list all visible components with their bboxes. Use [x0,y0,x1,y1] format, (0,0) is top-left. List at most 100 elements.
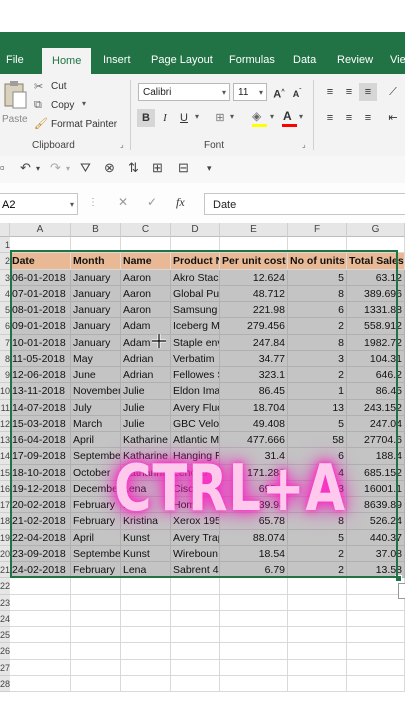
align-middle-icon[interactable]: ≡ [340,83,358,101]
table-cell[interactable]: February [71,562,121,579]
table-header-cell[interactable]: Total Sales [347,253,405,270]
clear-filter-icon[interactable]: ⊗ [104,160,115,176]
table-cell[interactable]: January [71,318,121,335]
row-header[interactable]: 27 [0,659,10,676]
table-header-cell[interactable]: Name [121,253,171,270]
worksheet-grid[interactable]: ABCDEFG12DateMonthNameProduct NamePer un… [0,223,405,720]
table-cell[interactable]: 21-02-2018 [10,513,71,530]
tab-review[interactable]: Review [337,32,373,74]
table-cell[interactable]: Katharine [121,464,171,481]
save-icon[interactable]: ▫ [0,160,5,175]
table-cell[interactable]: 18-10-2018 [10,464,71,481]
empty-cell[interactable] [347,594,405,611]
copy-button[interactable]: ⧉ Copy ▾ [34,99,94,115]
table-cell[interactable]: 247.04 [347,415,405,432]
orientation-icon[interactable]: ⟋ [384,83,402,101]
empty-cell[interactable] [288,610,347,627]
empty-cell[interactable] [220,659,288,676]
column-header-e[interactable]: E [220,223,288,237]
table-cell[interactable]: 6 [288,448,347,465]
row-header[interactable]: 11 [0,399,10,416]
empty-cell[interactable] [71,675,121,692]
table-cell[interactable]: 06-01-2018 [10,269,71,286]
increase-font-size-icon[interactable]: A^ [270,83,288,101]
table-cell[interactable]: 13-11-2018 [10,383,71,400]
empty-cell[interactable] [347,237,405,254]
bold-button[interactable]: B [137,109,155,127]
row-header[interactable]: 2 [0,253,10,270]
table-cell[interactable]: 23 [288,480,347,497]
table-cell[interactable]: 1 [288,383,347,400]
table-cell[interactable]: 8 [288,334,347,351]
table-cell[interactable]: 646.2 [347,367,405,384]
redo-dropdown-icon[interactable]: ▾ [66,164,70,173]
table-cell[interactable]: Kunst [121,529,171,546]
table-cell[interactable]: October [71,464,121,481]
table-cell[interactable]: 58 [288,432,347,449]
table-cell[interactable]: Kristina [121,513,171,530]
table-cell[interactable]: Avery Fluorescent [171,399,220,416]
column-header-d[interactable]: D [171,223,220,237]
formula-bar-handle-icon[interactable]: ⋮ [88,197,98,208]
empty-cell[interactable] [71,659,121,676]
table-cell[interactable]: 65.78 [220,513,288,530]
table-cell[interactable]: 6 [288,497,347,514]
row-header[interactable]: 28 [0,675,10,692]
empty-cell[interactable] [121,627,171,644]
decrease-indent-icon[interactable]: ⇤ [384,109,402,127]
tab-home[interactable]: Home [42,48,92,74]
table-cell[interactable]: March [71,415,121,432]
table-cell[interactable]: Katharine [121,448,171,465]
align-center-icon[interactable]: ≡ [340,109,358,127]
borders-dropdown-icon[interactable]: ▾ [230,112,234,121]
table-cell[interactable]: Cisco [171,480,220,497]
filter-icon[interactable]: ⛛ [80,160,91,176]
empty-cell[interactable] [171,659,220,676]
decrease-font-size-icon[interactable]: Aˇ [288,83,306,101]
table-cell[interactable]: January [71,285,121,302]
table-cell[interactable]: Verbatim [171,350,220,367]
row-header[interactable]: 19 [0,529,10,546]
chevron-down-icon[interactable]: ▾ [70,194,74,216]
table-cell[interactable]: 12.624 [220,269,288,286]
table-cell[interactable]: 8 [288,285,347,302]
table-cell[interactable]: Samsung Convoy [171,302,220,319]
table-cell[interactable]: 279.456 [220,318,288,335]
row-header[interactable]: 7 [0,334,10,351]
empty-cell[interactable] [71,610,121,627]
table-cell[interactable]: Wireboun [171,545,220,562]
table-cell[interactable]: 34.77 [220,350,288,367]
empty-cell[interactable] [288,578,347,595]
table-cell[interactable]: 558.912 [347,318,405,335]
table-cell[interactable]: 27704.6 [347,432,405,449]
table-header-cell[interactable]: Date [10,253,71,270]
empty-cell[interactable] [171,578,220,595]
table-cell[interactable]: April [71,529,121,546]
table-cell[interactable]: Adrian [121,367,171,384]
undo-icon[interactable]: ↶ [20,160,31,176]
copy-dropdown-icon[interactable]: ▾ [82,99,86,108]
customize-toolbar-icon[interactable]: ▾ [207,163,212,174]
table-cell[interactable]: 63.12 [347,269,405,286]
table-cell[interactable]: 12-06-2018 [10,367,71,384]
table-cell[interactable]: Lena [121,480,171,497]
table-cell[interactable]: 171.288 [220,464,288,481]
table-cell[interactable]: 5 [288,529,347,546]
font-family-select[interactable]: Calibri ▾ [138,83,230,101]
row-header[interactable]: 24 [0,610,10,627]
table-cell[interactable]: Hanging Red Folder [171,448,220,465]
table-cell[interactable]: 86.45 [347,383,405,400]
empty-cell[interactable] [220,610,288,627]
table-cell[interactable]: 88.074 [220,529,288,546]
table-cell[interactable]: Lena [121,562,171,579]
row-header[interactable]: 17 [0,497,10,514]
table-cell[interactable]: Adrian [121,350,171,367]
table-cell[interactable]: Home [171,497,220,514]
table-cell[interactable]: 526.24 [347,513,405,530]
table-cell[interactable]: 24-02-2018 [10,562,71,579]
tab-insert[interactable]: Insert [103,32,131,74]
row-header[interactable]: 6 [0,318,10,335]
table-header-cell[interactable]: Product Name [171,253,220,270]
table-cell[interactable]: 685.152 [347,464,405,481]
table-cell[interactable]: November [71,383,121,400]
